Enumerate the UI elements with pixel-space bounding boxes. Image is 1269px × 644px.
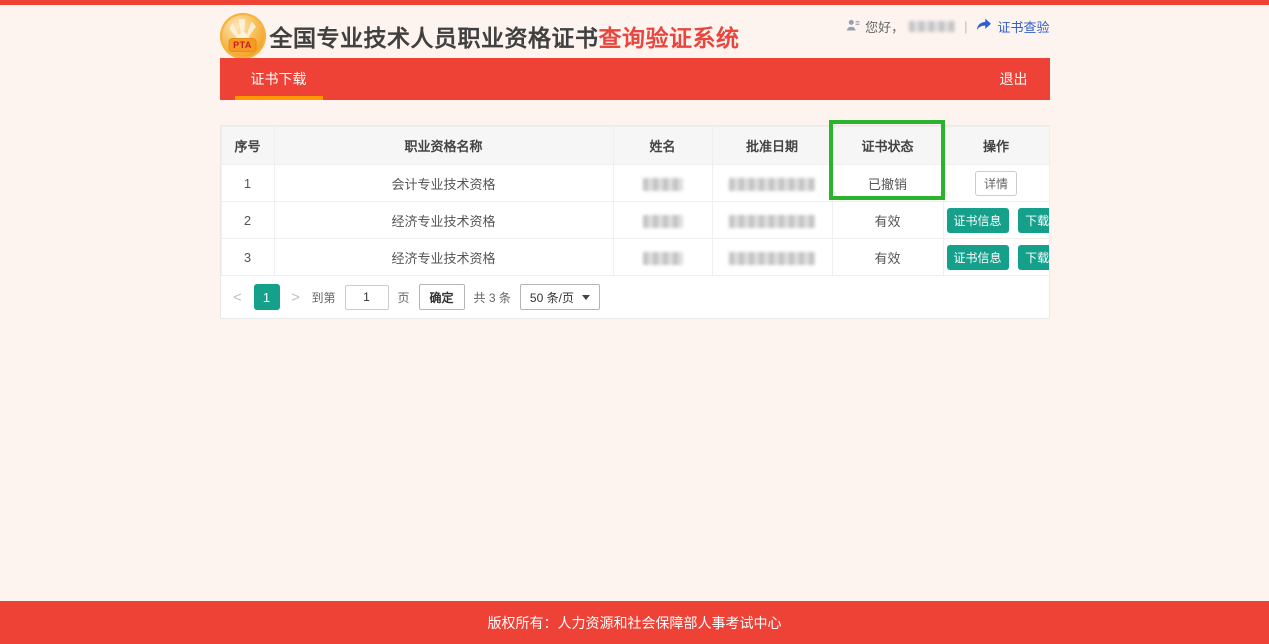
- cell-operation: 证书信息 下载: [943, 239, 1049, 276]
- user-bar: 您好， | 证书查验: [845, 17, 1049, 36]
- cell-approval-date: [712, 239, 832, 276]
- cell-approval-date: [712, 202, 832, 239]
- cell-qualification: 经济专业技术资格: [274, 239, 613, 276]
- table-header-row: 序号 职业资格名称 姓名 批准日期 证书状态 操作: [221, 127, 1049, 165]
- redacted-date: [729, 252, 815, 265]
- cell-qualification: 经济专业技术资格: [274, 202, 613, 239]
- table-row: 3 经济专业技术资格 有效 证书信息 下载: [221, 239, 1049, 276]
- pagination: < 1 > 到第 页 确定 共 3 条 50 条/页: [221, 276, 1049, 318]
- footer: 版权所有：人力资源和社会保障部人事考试中心: [0, 601, 1269, 644]
- certificate-query-page: PTA 全国专业技术人员职业资格证书查询验证系统 您好， | 证书查验 证书下载…: [0, 0, 1269, 644]
- cell-operation: 详情: [943, 165, 1049, 202]
- current-page-button[interactable]: 1: [254, 284, 280, 310]
- table-row: 2 经济专业技术资格 有效 证书信息 下载: [221, 202, 1049, 239]
- logo-badge-text: PTA: [228, 38, 257, 52]
- certificate-info-button[interactable]: 证书信息: [947, 208, 1009, 233]
- logout-button[interactable]: 退出: [1000, 69, 1028, 89]
- cell-index: 2: [221, 202, 274, 239]
- redacted-username: [909, 21, 955, 32]
- redacted-date: [729, 178, 815, 191]
- header-qualification: 职业资格名称: [274, 127, 613, 165]
- header-operation: 操作: [943, 127, 1049, 165]
- total-count: 共 3 条: [474, 289, 511, 306]
- page-size-select[interactable]: 50 条/页: [520, 284, 600, 310]
- cell-operation: 证书信息 下载: [943, 202, 1049, 239]
- page-title-accent: 查询验证系统: [599, 25, 740, 51]
- download-button[interactable]: 下载: [1018, 208, 1049, 233]
- cell-status: 已撤销: [832, 165, 943, 202]
- brand: PTA 全国专业技术人员职业资格证书查询验证系统: [220, 13, 740, 59]
- redacted-date: [729, 215, 815, 228]
- certificates-table: 序号 职业资格名称 姓名 批准日期 证书状态 操作 1 会计专业技术资格 已撤销…: [221, 126, 1050, 276]
- goto-page-input[interactable]: [345, 285, 389, 310]
- greeting-text: 您好，: [865, 17, 904, 36]
- redacted-name: [643, 178, 683, 191]
- header-name: 姓名: [613, 127, 712, 165]
- goto-label: 到第: [312, 289, 336, 306]
- header: PTA 全国专业技术人员职业资格证书查询验证系统 您好， | 证书查验: [220, 5, 1050, 58]
- certificate-info-button[interactable]: 证书信息: [947, 245, 1009, 270]
- chevron-down-icon: [582, 295, 590, 300]
- active-tab-underline: [235, 96, 323, 100]
- certificate-verify-link[interactable]: 证书查验: [997, 17, 1049, 36]
- cell-index: 3: [221, 239, 274, 276]
- goto-unit: 页: [398, 289, 410, 306]
- redacted-name: [643, 215, 683, 228]
- nav-bar: 证书下载 退出: [220, 58, 1050, 100]
- cell-status: 有效: [832, 239, 943, 276]
- cell-qualification: 会计专业技术资格: [274, 165, 613, 202]
- download-button[interactable]: 下载: [1018, 245, 1049, 270]
- cell-approval-date: [712, 165, 832, 202]
- page-title-main: 全国专业技术人员职业资格证书: [270, 25, 599, 51]
- table-row: 1 会计专业技术资格 已撤销 详情: [221, 165, 1049, 202]
- page-size-value: 50 条/页: [530, 289, 574, 306]
- copyright-text: 版权所有：人力资源和社会保障部人事考试中心: [488, 613, 782, 633]
- prev-page-chevron[interactable]: <: [231, 289, 245, 306]
- certificates-panel: 序号 职业资格名称 姓名 批准日期 证书状态 操作 1 会计专业技术资格 已撤销…: [220, 125, 1050, 319]
- header-index: 序号: [221, 127, 274, 165]
- separator: |: [964, 19, 967, 34]
- confirm-button[interactable]: 确定: [419, 284, 465, 310]
- cell-index: 1: [221, 165, 274, 202]
- redacted-name: [643, 252, 683, 265]
- details-button[interactable]: 详情: [975, 171, 1017, 196]
- cell-status: 有效: [832, 202, 943, 239]
- header-approval-date: 批准日期: [712, 127, 832, 165]
- next-page-chevron[interactable]: >: [289, 289, 303, 306]
- cell-name: [613, 202, 712, 239]
- header-status: 证书状态: [832, 127, 943, 165]
- cell-name: [613, 239, 712, 276]
- share-arrow-icon: [976, 18, 992, 35]
- cell-name: [613, 165, 712, 202]
- tab-label: 证书下载: [251, 69, 307, 89]
- tab-certificate-download[interactable]: 证书下载: [235, 58, 323, 100]
- page-title: 全国专业技术人员职业资格证书查询验证系统: [270, 19, 740, 53]
- user-icon: [845, 18, 860, 36]
- pta-logo-icon: PTA: [220, 13, 266, 59]
